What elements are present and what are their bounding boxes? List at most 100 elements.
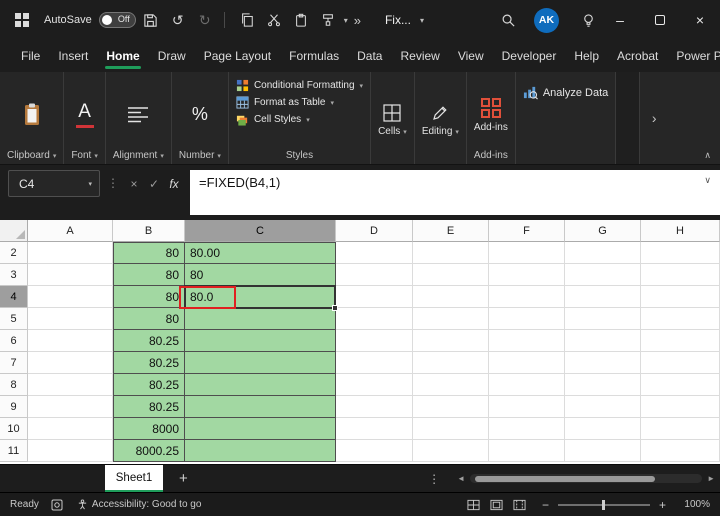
select-all-corner[interactable]	[0, 220, 28, 242]
cell-B4[interactable]: 80	[113, 286, 185, 308]
cell-F2[interactable]	[489, 242, 565, 264]
cell-C4-selected[interactable]: 80.0	[185, 286, 336, 308]
number-launcher-icon[interactable]: ▾	[217, 152, 221, 160]
cell-A7[interactable]	[28, 352, 113, 374]
cell-D3[interactable]	[336, 264, 413, 286]
zoom-in-button[interactable]: +	[659, 498, 666, 512]
row-header-5[interactable]: 5	[0, 308, 28, 330]
cell-A5[interactable]	[28, 308, 113, 330]
app-grid-icon[interactable]	[10, 8, 34, 32]
cell-B8[interactable]: 80.25	[113, 374, 185, 396]
cell-C7[interactable]	[185, 352, 336, 374]
cell-C10[interactable]	[185, 418, 336, 440]
row-header-7[interactable]: 7	[0, 352, 28, 374]
add-sheet-button[interactable]: +	[179, 470, 188, 487]
row-header-3[interactable]: 3	[0, 264, 28, 286]
cell-A10[interactable]	[28, 418, 113, 440]
search-icon[interactable]	[496, 7, 520, 33]
percent-style-icon[interactable]: %	[192, 104, 208, 125]
autosave-toggle[interactable]: Off	[98, 12, 136, 28]
minimize-button[interactable]: –	[600, 0, 640, 40]
cell-D11[interactable]	[336, 440, 413, 462]
cell-A6[interactable]	[28, 330, 113, 352]
normal-view-button[interactable]	[467, 499, 480, 511]
cell-D8[interactable]	[336, 374, 413, 396]
column-header-b[interactable]: B	[113, 220, 185, 242]
cell-F8[interactable]	[489, 374, 565, 396]
cell-B7[interactable]: 80.25	[113, 352, 185, 374]
tab-acrobat[interactable]: Acrobat	[608, 40, 667, 72]
column-header-c[interactable]: C	[185, 220, 336, 242]
font-launcher-icon[interactable]: ▾	[94, 152, 98, 160]
zoom-slider[interactable]	[557, 499, 650, 510]
clipboard-launcher-icon[interactable]: ▾	[53, 152, 57, 160]
group-number[interactable]: % Number ▾	[172, 72, 229, 164]
row-header-8[interactable]: 8	[0, 374, 28, 396]
cell-H3[interactable]	[641, 264, 720, 286]
format-as-table-button[interactable]: Format as Table ▾	[236, 96, 334, 109]
cell-G3[interactable]	[565, 264, 641, 286]
cell-A11[interactable]	[28, 440, 113, 462]
zoom-slider-thumb[interactable]	[601, 499, 605, 510]
group-addins[interactable]: Add-ins Add-ins	[467, 72, 516, 164]
column-header-f[interactable]: F	[489, 220, 565, 242]
column-header-a[interactable]: A	[28, 220, 113, 242]
cell-G6[interactable]	[565, 330, 641, 352]
cell-C3[interactable]: 80	[185, 264, 336, 286]
zoom-out-button[interactable]: −	[542, 498, 549, 512]
cell-E7[interactable]	[413, 352, 489, 374]
row-header-11[interactable]: 11	[0, 440, 28, 462]
font-color-icon[interactable]: A	[78, 102, 91, 121]
cell-F5[interactable]	[489, 308, 565, 330]
format-painter-button[interactable]	[316, 7, 340, 33]
row-header-4[interactable]: 4	[0, 286, 28, 308]
row-header-10[interactable]: 10	[0, 418, 28, 440]
tab-data[interactable]: Data	[348, 40, 391, 72]
collapse-ribbon-icon[interactable]: ∧	[704, 150, 711, 161]
cell-F6[interactable]	[489, 330, 565, 352]
cut-button[interactable]	[262, 7, 286, 33]
column-header-d[interactable]: D	[336, 220, 413, 242]
confirm-entry-button[interactable]: ✓	[144, 170, 164, 197]
cell-E5[interactable]	[413, 308, 489, 330]
tab-page-layout[interactable]: Page Layout	[195, 40, 280, 72]
zoom-level[interactable]: 100%	[672, 499, 710, 510]
account-avatar[interactable]: AK	[534, 7, 559, 33]
row-header-2[interactable]: 2	[0, 242, 28, 264]
cell-G9[interactable]	[565, 396, 641, 418]
tab-view[interactable]: View	[449, 40, 493, 72]
cell-E4[interactable]	[413, 286, 489, 308]
cell-C11[interactable]	[185, 440, 336, 462]
cell-D7[interactable]	[336, 352, 413, 374]
tab-power-pivot[interactable]: Power Pivot	[667, 40, 720, 72]
cell-B10[interactable]: 8000	[113, 418, 185, 440]
cell-H6[interactable]	[641, 330, 720, 352]
cell-E10[interactable]	[413, 418, 489, 440]
cell-A9[interactable]	[28, 396, 113, 418]
tab-developer[interactable]: Developer	[493, 40, 566, 72]
close-button[interactable]: ×	[680, 0, 720, 40]
cell-B5[interactable]: 80	[113, 308, 185, 330]
cell-E9[interactable]	[413, 396, 489, 418]
maximize-button[interactable]	[640, 0, 680, 40]
cell-E6[interactable]	[413, 330, 489, 352]
cell-G8[interactable]	[565, 374, 641, 396]
save-button[interactable]	[139, 7, 163, 33]
cell-B11[interactable]: 8000.25	[113, 440, 185, 462]
cell-H7[interactable]	[641, 352, 720, 374]
tab-home[interactable]: Home	[97, 40, 148, 72]
cell-G5[interactable]	[565, 308, 641, 330]
quick-access-chevron-icon[interactable]: ▾	[344, 16, 348, 25]
cell-A8[interactable]	[28, 374, 113, 396]
cell-D9[interactable]	[336, 396, 413, 418]
tab-bar-options-icon[interactable]: ⋮	[428, 472, 440, 486]
cell-D2[interactable]	[336, 242, 413, 264]
group-clipboard[interactable]: Clipboard ▾	[0, 72, 65, 164]
tab-formulas[interactable]: Formulas	[280, 40, 348, 72]
lightbulb-icon[interactable]	[576, 7, 600, 33]
group-font[interactable]: A Font ▾	[64, 72, 106, 164]
sheet-tab-sheet1[interactable]: Sheet1	[105, 465, 163, 492]
cell-D10[interactable]	[336, 418, 413, 440]
tab-review[interactable]: Review	[391, 40, 448, 72]
paste-button[interactable]	[289, 7, 313, 33]
